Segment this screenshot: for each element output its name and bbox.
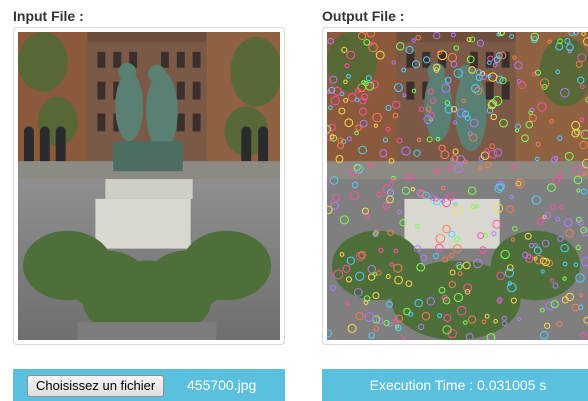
choose-file-button[interactable]: Choisissez un fichier [27,375,165,397]
execution-time-bar: Execution Time : 0.031005 s [322,369,588,401]
output-file-label: Output File : [322,8,405,24]
output-image [327,32,588,340]
selected-file-name: 455700.jpg [187,377,257,393]
execution-time-text: Execution Time : 0.031005 s [369,377,547,393]
file-upload-bar: Choisissez un fichier 455700.jpg [13,369,285,401]
input-image-frame [13,27,285,345]
input-image [18,32,280,340]
output-image-frame [322,27,588,345]
input-file-label: Input File : [13,8,84,24]
